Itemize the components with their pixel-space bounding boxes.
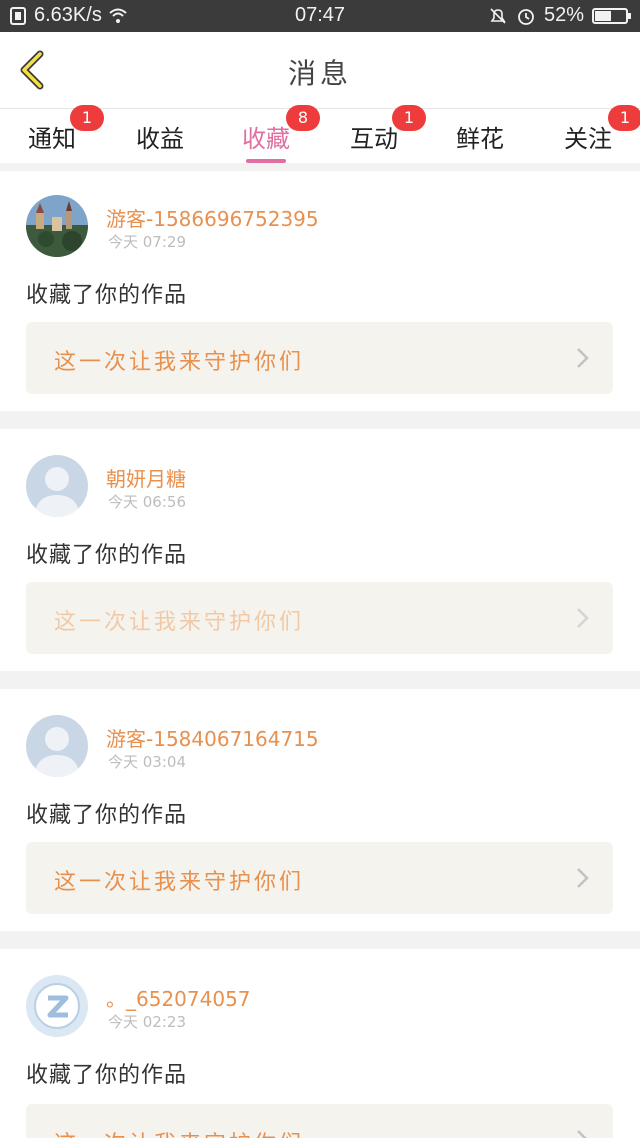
tab-favorites[interactable]: 收藏 8 — [226, 105, 320, 163]
tab-badge: 1 — [70, 105, 104, 131]
mute-icon — [490, 7, 506, 24]
username-link[interactable]: 朝妍月糖 — [106, 463, 186, 492]
tab-notifications[interactable]: 通知 1 — [12, 105, 104, 154]
default-avatar-icon — [26, 455, 88, 517]
tab-interactions[interactable]: 互动 1 — [334, 105, 426, 154]
battery-percent: 52% — [543, 4, 584, 26]
landscape-avatar-icon — [26, 195, 88, 257]
tab-label: 收益 — [136, 125, 184, 153]
avatar[interactable] — [26, 195, 88, 257]
page-title: 消息 — [287, 57, 352, 90]
message-item: 游客-1586696752395 今天 07:29 收藏了你的作品 这一次让我来… — [0, 171, 640, 411]
work-link[interactable]: 这一次让我来守护你们 — [26, 1104, 613, 1138]
message-time: 今天 03:04 — [108, 753, 186, 771]
message-time: 今天 06:56 — [108, 493, 186, 511]
work-link[interactable]: 这一次让我来守护你们 — [26, 322, 613, 394]
message-time: 今天 02:23 — [108, 1013, 186, 1031]
work-title: 这一次让我来守护你们 — [54, 610, 305, 635]
avatar[interactable] — [26, 715, 88, 777]
action-text: 收藏了你的作品 — [26, 543, 188, 568]
work-title: 这一次让我来守护你们 — [54, 870, 305, 895]
username-link[interactable]: 。_652074057 — [106, 983, 251, 1012]
status-right: 52% — [488, 4, 632, 27]
work-link[interactable]: 这一次让我来守护你们 — [26, 582, 613, 654]
tab-earnings[interactable]: 收益 — [120, 119, 200, 154]
default-avatar-icon — [26, 715, 88, 777]
avatar[interactable] — [26, 975, 88, 1037]
tab-flowers[interactable]: 鲜花 — [440, 119, 520, 154]
message-item: 朝妍月糖 今天 06:56 收藏了你的作品 这一次让我来守护你们 — [0, 429, 640, 671]
message-item: 游客-1584067164715 今天 03:04 收藏了你的作品 这一次让我来… — [0, 689, 640, 931]
message-item: 。_652074057 今天 02:23 收藏了你的作品 这一次让我来守护你们 — [0, 949, 640, 1138]
tab-label: 鲜花 — [456, 125, 504, 153]
tab-badge: 1 — [608, 105, 640, 131]
work-title: 这一次让我来守护你们 — [54, 1126, 304, 1138]
action-text: 收藏了你的作品 — [26, 803, 188, 828]
header: 消息 — [0, 32, 640, 109]
message-time: 今天 07:29 — [108, 233, 186, 251]
divider — [0, 931, 640, 949]
action-text: 收藏了你的作品 — [26, 1063, 188, 1088]
avatar[interactable] — [26, 455, 88, 517]
divider — [0, 671, 640, 689]
status-bar: 6.63K/s 07:47 52% — [0, 0, 640, 32]
chevron-right-icon — [577, 1130, 587, 1138]
chevron-right-icon — [577, 348, 589, 368]
tab-following[interactable]: 关注 1 — [548, 105, 640, 154]
tab-label: 关注 — [564, 125, 612, 153]
chevron-right-icon — [577, 608, 589, 628]
action-text: 收藏了你的作品 — [26, 283, 188, 308]
work-title: 这一次让我来守护你们 — [54, 350, 305, 375]
divider — [0, 411, 640, 429]
battery-icon — [592, 7, 631, 24]
tab-bar: 通知 1 收益 收藏 8 互动 1 鲜花 关注 1 — [0, 105, 640, 163]
tab-badge: 1 — [392, 105, 426, 131]
divider — [0, 163, 640, 171]
tab-badge: 8 — [286, 105, 320, 131]
alarm-icon — [518, 8, 534, 25]
tab-label: 互动 — [350, 125, 398, 153]
tab-label: 收藏 — [242, 125, 290, 153]
username-link[interactable]: 游客-1584067164715 — [106, 723, 319, 752]
chevron-right-icon — [577, 868, 589, 888]
work-link[interactable]: 这一次让我来守护你们 — [26, 842, 613, 914]
qq-avatar-icon — [26, 975, 88, 1037]
tab-label: 通知 — [28, 125, 76, 153]
username-link[interactable]: 游客-1586696752395 — [106, 203, 319, 232]
